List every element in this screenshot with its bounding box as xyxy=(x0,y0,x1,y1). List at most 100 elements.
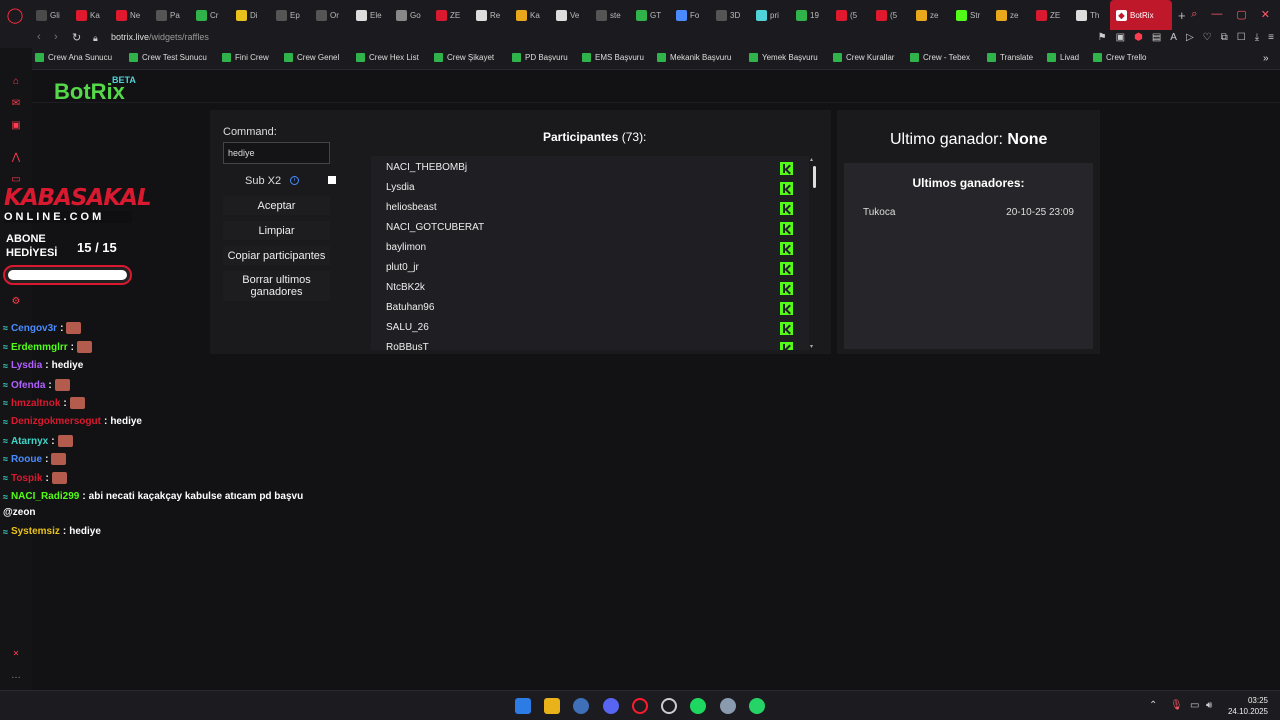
scrollbar-thumb[interactable] xyxy=(813,166,816,188)
menu-icon[interactable]: ≡ xyxy=(1268,32,1274,43)
download-icon[interactable]: ⤓ xyxy=(1255,32,1259,43)
reader-icon[interactable]: ▤ xyxy=(1152,32,1161,43)
close-icon[interactable]: ✕ xyxy=(1261,8,1270,21)
bookmark-item[interactable]: PD Başvuru xyxy=(512,53,568,62)
sidebar-more-icon[interactable]: … xyxy=(10,670,22,682)
accept-button[interactable]: Aceptar xyxy=(223,196,330,215)
bookmark-item[interactable]: Crew Trello xyxy=(1093,53,1146,62)
sidebar-mail-icon[interactable]: ▣ xyxy=(10,120,22,132)
bookmark-item[interactable]: Crew Şikayet xyxy=(434,53,494,62)
bookmark-item[interactable]: Yemek Başvuru xyxy=(749,53,818,62)
forward-icon[interactable]: › xyxy=(54,31,58,43)
spotify-icon[interactable] xyxy=(690,698,706,714)
bookmark-item[interactable]: Mekanik Başvuru xyxy=(657,53,731,62)
snapshot-icon[interactable]: ▣ xyxy=(1116,32,1125,43)
participants-list[interactable]: NACI_THEBOMBj Lysdia heliosbeast NACI_GOTCU… xyxy=(371,156,809,350)
browser-tab[interactable]: Di xyxy=(230,0,270,30)
tab-botrix[interactable]: ◆ BotRix xyxy=(1110,0,1172,30)
info-icon[interactable]: i xyxy=(290,176,299,185)
bookmark-item[interactable]: Crew Ana Sunucu xyxy=(35,53,112,62)
sub-x2-checkbox[interactable] xyxy=(328,176,336,184)
browser-tab[interactable]: Ep xyxy=(270,0,310,30)
whatsapp-icon[interactable] xyxy=(749,698,765,714)
search-tabs-icon[interactable]: ⌕ xyxy=(1191,8,1197,21)
bookmark-item[interactable]: Crew Kurallar xyxy=(833,53,894,62)
browser-tab[interactable]: GT xyxy=(630,0,670,30)
bookmark-item[interactable]: Translate xyxy=(987,53,1033,62)
extensions-icon[interactable]: ⧉ xyxy=(1221,32,1228,43)
opera-taskbar-icon[interactable] xyxy=(632,698,648,714)
new-tab-icon[interactable]: + xyxy=(1178,8,1186,23)
bookmark-item[interactable]: Crew - Tebex xyxy=(910,53,970,62)
browser-tab[interactable]: (5 xyxy=(830,0,870,30)
bookmark-item[interactable]: Crew Genel xyxy=(284,53,339,62)
tray-chevron-icon[interactable]: ⌃ xyxy=(1149,700,1157,711)
browser-tab[interactable]: ZE xyxy=(1030,0,1070,30)
browser-tab[interactable]: 19 xyxy=(790,0,830,30)
copy-participants-button[interactable]: Copiar participantes xyxy=(223,246,330,265)
sidebar-aria-icon[interactable]: ⌂ xyxy=(10,76,22,88)
browser-tab[interactable]: ze xyxy=(990,0,1030,30)
browser-tab[interactable]: pri xyxy=(750,0,790,30)
more-bookmarks-icon[interactable]: » xyxy=(1263,53,1269,64)
winners-title: Ultimos ganadores: xyxy=(912,176,1025,190)
pinboard-icon[interactable]: ☐ xyxy=(1237,32,1246,43)
play-icon[interactable]: ▷ xyxy=(1186,32,1194,43)
maximize-icon[interactable]: ▢ xyxy=(1236,8,1246,21)
clock[interactable]: 03:25 24.10.2025 xyxy=(1228,695,1268,717)
clear-button[interactable]: Limpiar xyxy=(223,221,330,240)
extension-icon[interactable]: ⬢ xyxy=(1134,32,1143,43)
bookmark-item[interactable]: EMS Başvuru xyxy=(582,53,644,62)
browser-tab[interactable]: Str xyxy=(950,0,990,30)
bookmark-item[interactable]: Crew Test Sunucu xyxy=(129,53,207,62)
browser-tab[interactable]: ste xyxy=(590,0,630,30)
browser-tab[interactable]: Ka xyxy=(70,0,110,30)
browser-tab[interactable]: Ne xyxy=(110,0,150,30)
command-input[interactable] xyxy=(223,142,330,164)
scroll-down-icon[interactable]: ▾ xyxy=(810,343,813,350)
minimize-icon[interactable]: — xyxy=(1211,8,1222,21)
heart-icon[interactable]: ♡ xyxy=(1203,32,1212,43)
volume-icon[interactable]: 🔊︎ xyxy=(1206,700,1212,711)
browser-tab[interactable]: Go xyxy=(390,0,430,30)
scroll-up-icon[interactable]: ▴ xyxy=(810,156,813,163)
browser-tab[interactable]: (5 xyxy=(870,0,910,30)
browser-tab[interactable]: Th xyxy=(1070,0,1110,30)
reload-icon[interactable]: ↻ xyxy=(72,31,81,44)
browser-tab[interactable]: ze xyxy=(910,0,950,30)
browser-tab[interactable]: Or xyxy=(310,0,350,30)
browser-tab[interactable]: ZE xyxy=(430,0,470,30)
browser-tab[interactable]: Gli xyxy=(30,0,70,30)
browser-tab[interactable]: Re xyxy=(470,0,510,30)
sidebar-extra-icon[interactable]: ✕ xyxy=(10,648,22,660)
url-field[interactable]: botrix.live/widgets/raffles xyxy=(111,32,209,42)
bookmark-item[interactable]: Crew Hex List xyxy=(356,53,419,62)
file-explorer-icon[interactable] xyxy=(544,698,560,714)
bookmark-item[interactable]: Livad xyxy=(1047,53,1079,62)
windows-start-icon[interactable] xyxy=(515,698,531,714)
sidebar-messenger-icon[interactable]: ✉ xyxy=(10,98,22,110)
settings-icon[interactable] xyxy=(720,698,736,714)
browser-tab[interactable]: Fo xyxy=(670,0,710,30)
sidebar-settings-icon[interactable]: ⚙ xyxy=(10,296,22,308)
tab-label: ze xyxy=(930,10,939,20)
discord-icon[interactable] xyxy=(603,698,619,714)
display-icon[interactable]: ▭ xyxy=(1190,700,1199,711)
app-icon[interactable] xyxy=(573,698,589,714)
back-icon[interactable]: ‹ xyxy=(37,31,41,43)
microphone-icon[interactable]: 🎙︎ xyxy=(1170,700,1183,711)
bookmark-label: Crew Ana Sunucu xyxy=(48,53,113,62)
browser-tab[interactable]: Cr xyxy=(190,0,230,30)
browser-tab[interactable]: Pa xyxy=(150,0,190,30)
browser-tab[interactable]: Ka xyxy=(510,0,550,30)
bookmark-item[interactable]: Fini Crew xyxy=(222,53,269,62)
browser-tab[interactable]: Ve xyxy=(550,0,590,30)
opera-logo-icon[interactable]: ◯ xyxy=(0,0,30,30)
opera-gx-icon[interactable] xyxy=(661,698,677,714)
sidebar-arrow-icon[interactable]: ⋀ xyxy=(10,152,22,164)
delete-winners-button[interactable]: Borrar ultimos ganadores xyxy=(223,271,330,301)
bookmark-icon[interactable]: ⚑ xyxy=(1098,32,1107,43)
browser-tab[interactable]: 3D xyxy=(710,0,750,30)
translate-icon[interactable]: A xyxy=(1170,32,1177,43)
browser-tab[interactable]: Ele xyxy=(350,0,390,30)
